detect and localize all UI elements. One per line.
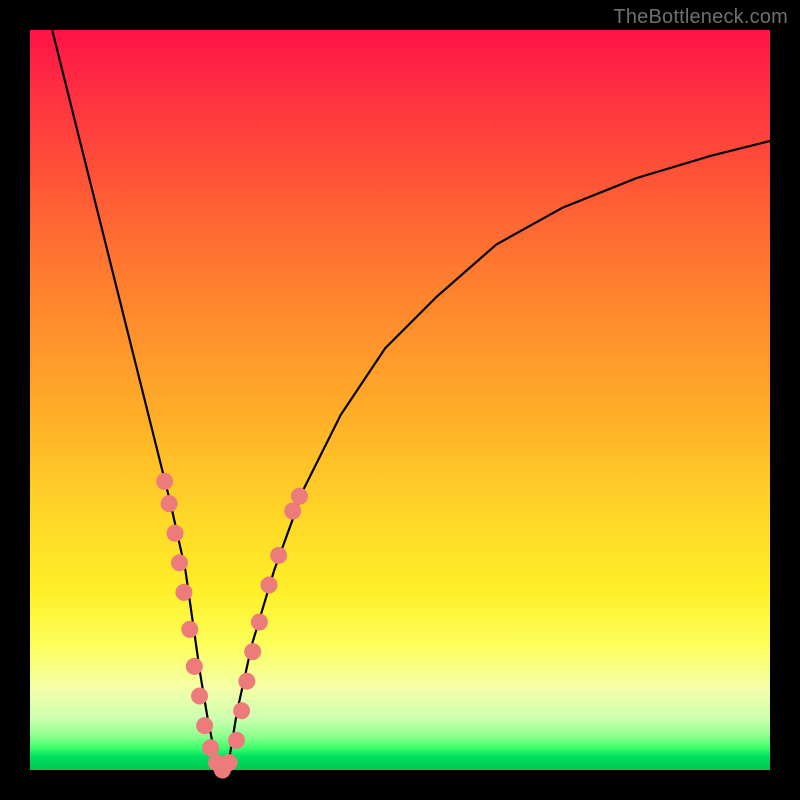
bottleneck-curve-svg — [30, 30, 770, 770]
marker-dot — [228, 732, 245, 749]
marker-dot — [251, 614, 268, 631]
marker-dot — [261, 577, 278, 594]
marker-dot — [167, 525, 184, 542]
marker-dot — [161, 495, 178, 512]
marker-dot — [244, 643, 261, 660]
marker-dot — [238, 673, 255, 690]
marker-dot — [284, 503, 301, 520]
curve-markers — [156, 473, 308, 779]
marker-dot — [181, 621, 198, 638]
marker-dot — [221, 754, 238, 771]
marker-dot — [186, 658, 203, 675]
marker-dot — [233, 702, 250, 719]
watermark-text: TheBottleneck.com — [613, 6, 788, 29]
marker-dot — [202, 739, 219, 756]
plot-area — [30, 30, 770, 770]
marker-dot — [156, 473, 173, 490]
chart-frame: TheBottleneck.com — [0, 0, 800, 800]
marker-dot — [270, 547, 287, 564]
marker-dot — [171, 554, 188, 571]
marker-dot — [291, 488, 308, 505]
marker-dot — [191, 688, 208, 705]
bottleneck-curve — [52, 30, 770, 770]
marker-dot — [175, 584, 192, 601]
marker-dot — [196, 717, 213, 734]
